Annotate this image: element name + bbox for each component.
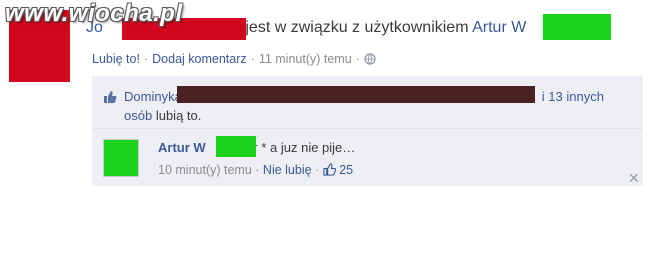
separator: · xyxy=(143,52,149,66)
partner-link[interactable]: Artur W xyxy=(472,19,526,36)
separator: · xyxy=(315,163,320,177)
likers-others-link[interactable]: osób xyxy=(124,108,152,123)
comment-time[interactable]: 10 minut(y) temu xyxy=(158,163,252,177)
comment-author[interactable]: Artur W xyxy=(158,140,206,155)
unlike-link[interactable]: Nie lubię xyxy=(263,163,312,177)
comment-meta: 10 minut(y) temu · Nie lubię · 25 xyxy=(158,163,353,179)
thumbs-up-icon xyxy=(103,90,117,104)
add-comment-link[interactable]: Dodaj komentarz xyxy=(152,52,247,66)
likers-redaction xyxy=(177,86,535,103)
liker-first-name[interactable]: Dominyka xyxy=(124,89,182,104)
separator: · xyxy=(355,52,360,66)
close-icon[interactable]: ✕ xyxy=(628,170,640,187)
separator: · xyxy=(250,52,255,66)
status-text: jest w związku z użytkownikiem xyxy=(245,19,469,36)
like-link[interactable]: Lubię to! xyxy=(92,52,140,66)
comment-text: kur * a juz nie pije… xyxy=(239,140,356,155)
likes-label: lubią to. xyxy=(155,108,202,123)
separator: · xyxy=(255,163,260,177)
name-redaction-green xyxy=(543,14,611,40)
comment-avatar[interactable] xyxy=(103,139,139,177)
comment-like-count[interactable]: 25 xyxy=(339,163,353,177)
globe-icon xyxy=(364,53,376,68)
comment-name-redaction xyxy=(216,136,256,157)
post-actions: Lubię to! · Dodaj komentarz · 11 minut(y) te… xyxy=(92,52,376,68)
comment-body: Artur W kur * a juz nie pije… xyxy=(158,140,355,155)
thumbs-up-icon[interactable] xyxy=(323,163,336,179)
likers-others[interactable]: i 13 innych xyxy=(542,89,604,104)
watermark: www.wiocha.pl xyxy=(5,0,183,27)
post-time[interactable]: 11 minut(y) temu xyxy=(259,52,352,66)
